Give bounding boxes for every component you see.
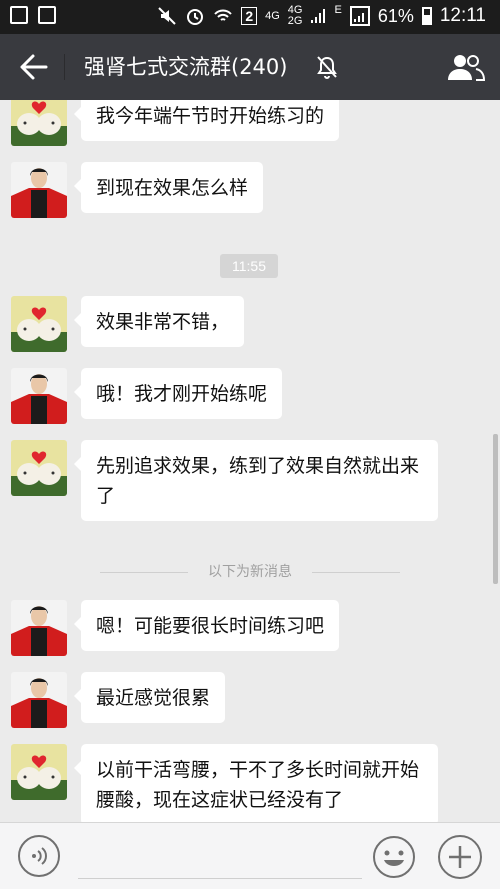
- voice-input-button[interactable]: [18, 835, 60, 877]
- group-members-icon[interactable]: [446, 52, 486, 82]
- chat-header: 强肾七式交流群(240): [0, 34, 500, 100]
- message-bubble[interactable]: 先别追求效果，练到了效果自然就出来了: [74, 440, 438, 521]
- status-left-icons: [10, 6, 56, 24]
- mute-status-icon: [158, 7, 177, 25]
- hearts-avatar[interactable]: [11, 296, 67, 352]
- battery-icon: [421, 7, 432, 25]
- voice-icon: [32, 847, 47, 865]
- woman-red-avatar[interactable]: [11, 162, 67, 218]
- hearts-avatar[interactable]: [11, 440, 67, 496]
- battery-percent: 61%: [377, 5, 414, 26]
- message-input[interactable]: [78, 878, 362, 879]
- wifi-call-icon: [214, 9, 233, 21]
- chat-messages[interactable]: 我今年端午节时开始练习的 到现在效果怎么样 11:55 效果非常不错， 哦！我才…: [0, 100, 500, 822]
- chat-scrollbar[interactable]: [493, 434, 498, 584]
- chat-title: 强肾七式交流群(240): [84, 55, 288, 79]
- notification-square-icon: [10, 6, 28, 24]
- timestamp: 11:55: [220, 254, 278, 278]
- woman-red-avatar[interactable]: [11, 368, 67, 424]
- woman-red-avatar[interactable]: [11, 672, 67, 728]
- network-4g-label: 4G: [265, 9, 280, 22]
- alarm-icon: [187, 9, 204, 25]
- plus-icon: [449, 846, 471, 868]
- back-arrow-icon[interactable]: [18, 52, 50, 82]
- message-bubble[interactable]: 嗯！可能要很长时间练习吧: [73, 600, 340, 651]
- signal-icon-2: [349, 6, 370, 26]
- header-separator: [64, 54, 65, 80]
- message-bubble[interactable]: 到现在效果怎么样: [73, 162, 264, 213]
- message-bubble[interactable]: 哦！我才刚开始练呢: [73, 368, 283, 419]
- message-bubble[interactable]: 效果非常不错，: [73, 296, 245, 347]
- gallery-icon: [38, 6, 56, 24]
- woman-red-avatar[interactable]: [11, 600, 67, 656]
- status-right-icons: 2 4G 4G 2G E 61% 12:11: [157, 5, 486, 27]
- status-bar: 2 4G 4G 2G E 61% 12:11: [0, 0, 500, 34]
- network-2g-label: 2G: [287, 15, 303, 27]
- input-bar: [0, 822, 500, 889]
- divider-line-right: [312, 572, 400, 573]
- sim-badge: 2: [241, 7, 258, 25]
- hearts-avatar[interactable]: [11, 100, 67, 146]
- message-bubble[interactable]: 最近感觉很累: [73, 672, 226, 723]
- network-dual-indicator: 4G 2G: [288, 5, 303, 27]
- message-bubble[interactable]: 以前干活弯腰，干不了多长时间就开始腰酸，现在这症状已经没有了: [74, 744, 438, 822]
- edge-label: E: [334, 4, 342, 16]
- more-actions-button[interactable]: [438, 835, 482, 879]
- new-messages-divider: 以下为新消息: [100, 562, 400, 582]
- network-indicator: 4G: [265, 9, 280, 22]
- clock: 12:11: [439, 5, 486, 26]
- message-bubble[interactable]: 我今年端午节时开始练习的: [73, 100, 340, 141]
- emoji-button-icon[interactable]: [372, 835, 416, 879]
- hearts-avatar[interactable]: [11, 744, 67, 800]
- signal-icon: [311, 9, 326, 23]
- muted-bell-icon: [317, 56, 337, 79]
